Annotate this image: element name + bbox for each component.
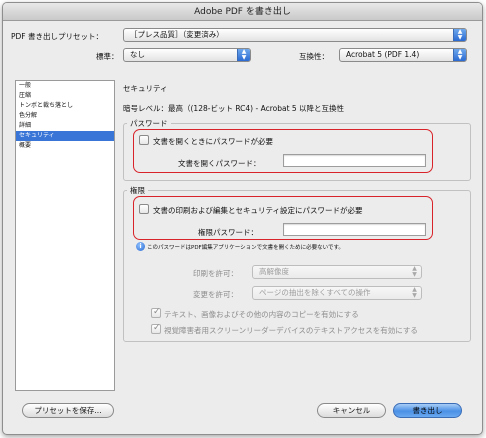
cancel-button[interactable]: キャンセル [317,403,386,418]
require-permission-password-label: 文書の印刷および編集とセキュリティ設定にパスワードが必要 [153,206,363,215]
preset-value: ［プレス品質］（変更済み） [130,30,224,39]
preset-popup[interactable]: ［プレス品質］（変更済み） ▲ ▼ [123,28,467,42]
preset-label: PDF 書き出しプリセット： [11,32,103,41]
password-group-title: パスワード [127,118,171,129]
popup-arrows-icon: ▲ ▼ [237,49,250,61]
popup-arrows-icon: ▲ ▼ [412,265,417,278]
popup-arrows-icon: ▲ ▼ [453,49,466,61]
require-permission-password-checkbox[interactable] [139,204,149,214]
change-value: ページの抽出を除くすべての操作 [259,288,371,297]
print-value: 高解像度 [259,267,289,276]
section-heading: セキュリティ [123,84,168,93]
permissions-group-title: 権限 [127,185,148,196]
permission-password-label: 権限パスワード： [198,228,258,237]
print-label: 印刷を許可： [193,269,238,278]
enable-copy-checkbox[interactable] [151,307,161,318]
popup-arrows-icon: ▲ ▼ [412,286,417,299]
sidebar-item-output[interactable]: 色分解 [16,111,114,121]
sidebar-item-compression[interactable]: 圧縮 [16,91,114,101]
sidebar-item-security[interactable]: セキュリティ [16,131,114,141]
export-button[interactable]: 書き出し [393,403,462,418]
info-text: このパスワードはPDF編集アプリケーションで文書を開くために必要ないです。 [147,245,344,251]
standard-popup[interactable]: なし ▲ ▼ [123,48,251,62]
compat-popup[interactable]: Acrobat 5 (PDF 1.4) ▲ ▼ [339,48,467,62]
standard-label: 標準： [96,52,119,61]
export-pdf-dialog: Adobe PDF を書き出し PDF 書き出しプリセット： ［プレス品質］（変… [2,2,483,435]
open-password-label: 文書を開くパスワード： [178,159,261,168]
compat-value: Acrobat 5 (PDF 1.4) [346,50,420,59]
require-open-password-label: 文書を開くときにパスワードが必要 [153,137,273,146]
sidebar-item-marks-bleeds[interactable]: トンボと裁ち落とし [16,101,114,111]
popup-arrows-icon: ▲ ▼ [453,29,466,41]
sidebar: 一般 圧縮 トンボと裁ち落とし 色分解 詳細 セキュリティ 概要 [15,80,115,391]
save-preset-button[interactable]: プリセットを保存... [22,403,114,418]
open-password-field[interactable] [283,154,426,167]
encryption-level: 暗号レベル：最高（(128-ビット RC4) - Acrobat 5 以降と互換… [123,104,345,113]
standard-value: なし [130,50,145,59]
enable-accessibility-label: 視覚障害者用スクリーンリーダーデバイスのテキストアクセスを有効にする [164,326,418,335]
require-open-password-checkbox[interactable] [139,135,149,145]
change-label: 変更を許可： [193,290,238,299]
sidebar-item-general[interactable]: 一般 [16,81,114,91]
permission-password-field[interactable] [283,223,426,236]
change-permission-popup[interactable]: ページの抽出を除くすべての操作 ▲ ▼ [252,286,422,300]
print-permission-popup[interactable]: 高解像度 ▲ ▼ [252,265,422,279]
info-icon: i [136,242,145,251]
sidebar-item-advanced[interactable]: 詳細 [16,121,114,131]
compat-label: 互換性： [299,52,329,61]
enable-accessibility-checkbox[interactable] [151,323,161,334]
sidebar-item-summary[interactable]: 概要 [16,141,114,151]
window-title: Adobe PDF を書き出し [3,3,482,21]
enable-copy-label: テキスト、画像およびその他の内容のコピーを有効にする [164,310,359,319]
